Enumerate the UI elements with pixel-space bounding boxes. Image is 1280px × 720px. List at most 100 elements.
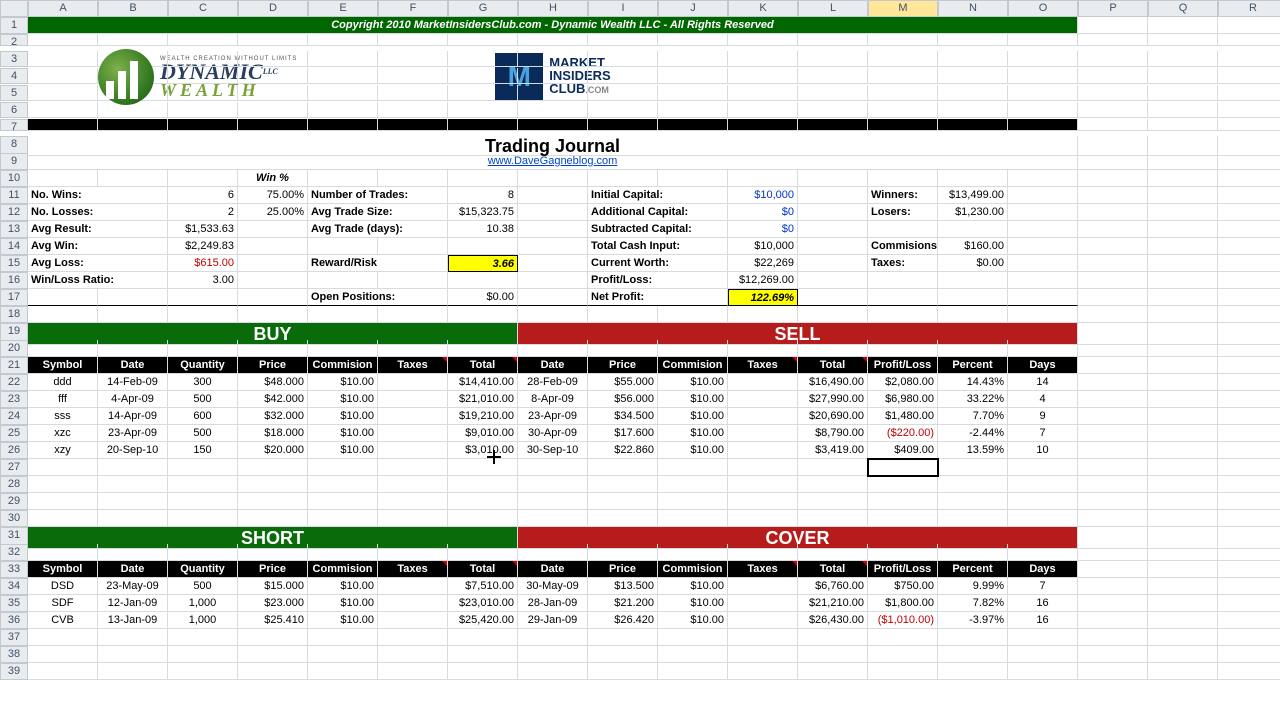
cell[interactable] — [868, 272, 938, 289]
cell[interactable]: 7.70% — [938, 408, 1008, 425]
cell[interactable] — [1148, 255, 1218, 272]
cell[interactable] — [1078, 561, 1148, 578]
cell[interactable] — [448, 34, 518, 46]
cell[interactable]: Total Cash Input: — [588, 238, 728, 255]
cell[interactable] — [308, 306, 378, 323]
cell[interactable] — [1148, 119, 1218, 131]
cell[interactable] — [1218, 187, 1280, 204]
cell[interactable] — [588, 306, 658, 323]
cell[interactable] — [1148, 442, 1218, 459]
cell[interactable]: $750.00 — [868, 578, 938, 595]
cell[interactable] — [378, 170, 448, 187]
row-header[interactable]: 28 — [0, 476, 28, 493]
cell[interactable]: Avg Trade Size: — [308, 204, 448, 221]
cell[interactable]: $26,430.00 — [798, 612, 868, 629]
cell[interactable] — [378, 85, 448, 101]
cell[interactable]: Losers: — [868, 204, 938, 221]
cell[interactable] — [1218, 425, 1280, 442]
cell[interactable] — [28, 68, 98, 84]
cell[interactable] — [168, 85, 238, 101]
cell[interactable] — [868, 306, 938, 323]
cell[interactable]: $32.000 — [238, 408, 308, 425]
cell[interactable] — [1218, 255, 1280, 272]
cell[interactable] — [1008, 663, 1078, 680]
cell[interactable]: $6,980.00 — [868, 391, 938, 408]
cell[interactable]: 7 — [1008, 425, 1078, 442]
column-header[interactable]: K — [728, 0, 798, 17]
cell[interactable]: 28-Jan-09 — [518, 595, 588, 612]
column-header-cell[interactable]: Percent — [938, 561, 1008, 578]
cell[interactable] — [1218, 578, 1280, 595]
cell[interactable] — [1078, 204, 1148, 221]
column-header-cell[interactable]: Price — [238, 357, 308, 374]
cell[interactable] — [28, 646, 98, 663]
cell[interactable] — [1148, 476, 1218, 493]
cell[interactable]: $10.00 — [308, 595, 378, 612]
cell[interactable] — [1008, 340, 1078, 357]
cell[interactable]: 3.00 — [168, 272, 238, 289]
row-header[interactable]: 17 — [0, 289, 28, 306]
cell[interactable]: 2 — [168, 204, 238, 221]
cell[interactable]: Avg Loss: — [28, 255, 168, 272]
cell[interactable]: Avg Win: — [28, 238, 168, 255]
cell[interactable] — [378, 544, 448, 561]
cell[interactable] — [518, 629, 588, 646]
cell[interactable] — [28, 493, 98, 510]
cell[interactable] — [308, 459, 378, 476]
cell[interactable]: 122.69% — [728, 289, 798, 306]
cell[interactable] — [728, 408, 798, 425]
cell[interactable]: 30-Apr-09 — [518, 425, 588, 442]
row-header[interactable]: 34 — [0, 578, 28, 595]
cell[interactable] — [868, 85, 938, 101]
cell[interactable]: 28-Feb-09 — [518, 374, 588, 391]
cell[interactable]: 33.22% — [938, 391, 1008, 408]
column-header-cell[interactable]: Days — [1008, 561, 1078, 578]
cell[interactable] — [1078, 340, 1148, 357]
cell[interactable] — [1008, 544, 1078, 561]
cell[interactable] — [378, 374, 448, 391]
cell[interactable] — [1078, 476, 1148, 493]
cell[interactable]: $8,790.00 — [798, 425, 868, 442]
cell[interactable]: $2,080.00 — [868, 374, 938, 391]
cell[interactable] — [728, 612, 798, 629]
column-header[interactable]: J — [658, 0, 728, 17]
cell[interactable] — [938, 221, 1008, 238]
row-header[interactable]: 9 — [0, 153, 28, 170]
cell[interactable] — [518, 255, 588, 272]
cell[interactable] — [938, 119, 1008, 131]
cell[interactable]: $10.00 — [658, 425, 728, 442]
cell[interactable] — [518, 170, 588, 187]
cell[interactable]: $10.00 — [658, 578, 728, 595]
cell[interactable] — [728, 578, 798, 595]
cell[interactable] — [238, 238, 308, 255]
cell[interactable] — [308, 119, 378, 131]
cell[interactable] — [308, 476, 378, 493]
column-header-cell[interactable]: Date — [518, 561, 588, 578]
row-header[interactable]: 14 — [0, 238, 28, 255]
cell[interactable]: 4 — [1008, 391, 1078, 408]
cell[interactable] — [1218, 85, 1280, 101]
cell[interactable]: 500 — [168, 425, 238, 442]
cell[interactable]: $0 — [728, 221, 798, 238]
cell[interactable] — [98, 340, 168, 357]
cell[interactable] — [658, 629, 728, 646]
cell[interactable]: Subtracted Capital: — [588, 221, 728, 238]
cell[interactable] — [1008, 85, 1078, 101]
cell[interactable] — [938, 493, 1008, 510]
cell[interactable] — [518, 272, 588, 289]
cell[interactable] — [98, 289, 168, 306]
cell[interactable] — [1078, 646, 1148, 663]
cell[interactable] — [1008, 102, 1078, 118]
cell[interactable] — [798, 119, 868, 131]
cell[interactable] — [1218, 272, 1280, 289]
cell[interactable] — [1148, 17, 1218, 34]
cell[interactable] — [1148, 340, 1218, 357]
cell[interactable] — [728, 476, 798, 493]
cell[interactable]: $20.000 — [238, 442, 308, 459]
cell[interactable] — [938, 34, 1008, 46]
column-header[interactable]: Q — [1148, 0, 1218, 17]
cell[interactable] — [1078, 85, 1148, 101]
cell[interactable] — [378, 578, 448, 595]
column-header[interactable]: P — [1078, 0, 1148, 17]
cell[interactable]: 20-Sep-10 — [98, 442, 168, 459]
